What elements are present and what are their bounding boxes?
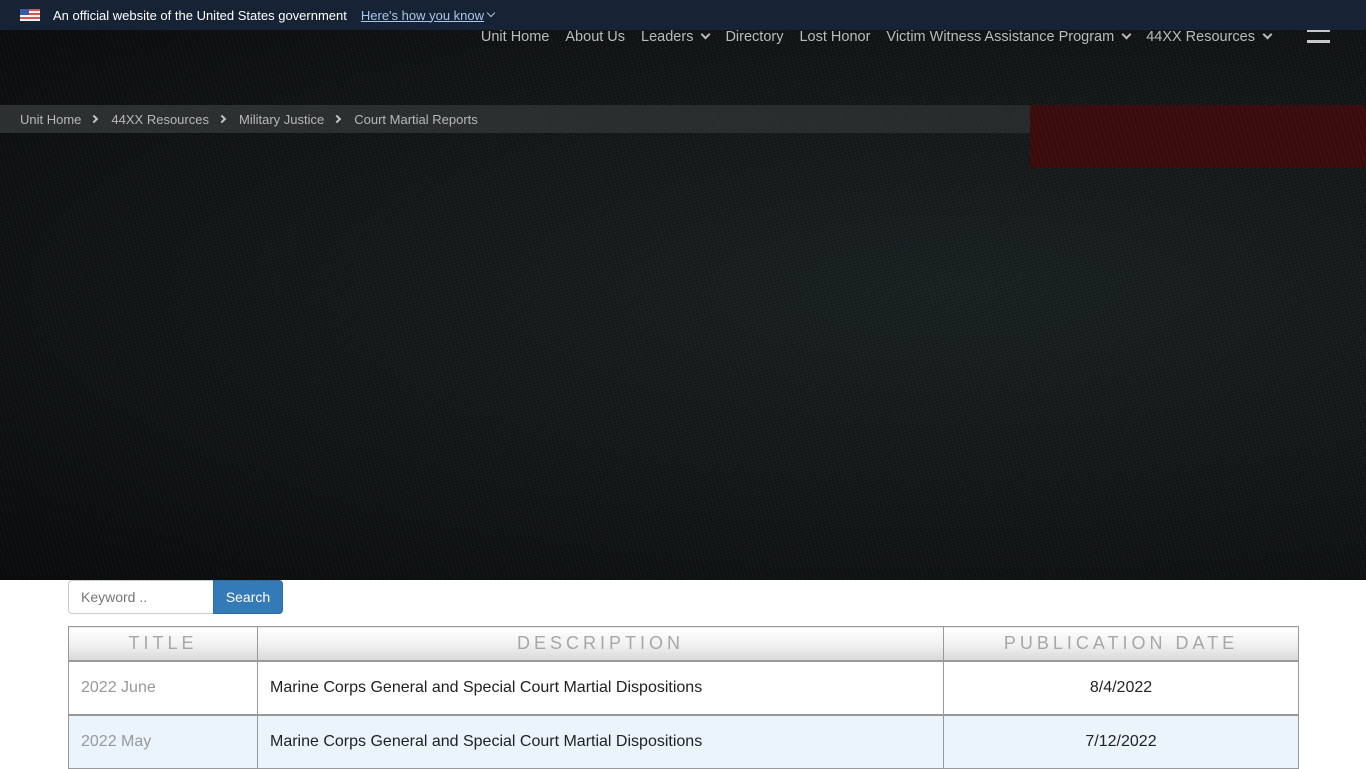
row-description: Marine Corps General and Special Court M…: [257, 713, 944, 769]
nav-directory[interactable]: Directory: [725, 29, 783, 45]
results-table: TITLE DESCRIPTION PUBLICATION DATE 2022 …: [68, 626, 1299, 769]
keyword-search-input[interactable]: [68, 580, 213, 614]
breadcrumb-unit-home[interactable]: Unit Home: [20, 112, 81, 127]
chevron-down-icon: [1121, 29, 1132, 39]
chevron-down-icon: [701, 29, 711, 39]
hero-banner: [0, 0, 1366, 580]
gov-banner: An official website of the United States…: [0, 0, 1366, 30]
hamburger-icon[interactable]: [1307, 29, 1330, 43]
row-title[interactable]: 2022 May: [68, 713, 258, 769]
chevron-right-icon: [332, 114, 342, 124]
header-title[interactable]: TITLE: [68, 626, 258, 661]
heres-how-you-know-link[interactable]: Here's how you know: [361, 8, 484, 23]
breadcrumb-court-martial-reports: Court Martial Reports: [354, 111, 478, 127]
row-date: 7/12/2022: [943, 713, 1299, 769]
chevron-right-icon: [217, 114, 227, 124]
table-row[interactable]: 2022 May Marine Corps General and Specia…: [68, 713, 1299, 769]
nav-victim-witness[interactable]: Victim Witness Assistance Program: [886, 29, 1132, 45]
breadcrumb: Unit Home 44XX Resources Military Justic…: [0, 105, 1030, 133]
table-header-row: TITLE DESCRIPTION PUBLICATION DATE: [68, 626, 1299, 661]
header-publication-date[interactable]: PUBLICATION DATE: [943, 626, 1299, 661]
row-date: 8/4/2022: [943, 659, 1299, 715]
breadcrumb-military-justice[interactable]: Military Justice: [239, 112, 324, 127]
breadcrumb-44xx-resources[interactable]: 44XX Resources: [111, 112, 209, 127]
chevron-right-icon: [90, 114, 99, 124]
hero-accent-block: [1030, 105, 1366, 168]
nav-leaders[interactable]: Leaders: [641, 29, 711, 45]
main-nav: Unit Home About Us Leaders Directory Los…: [481, 28, 1366, 46]
row-description: Marine Corps General and Special Court M…: [257, 659, 944, 715]
nav-about-us[interactable]: About Us: [565, 29, 625, 45]
nav-44xx-resources[interactable]: 44XX Resources: [1146, 29, 1273, 45]
nav-lost-honor[interactable]: Lost Honor: [799, 29, 870, 45]
chevron-down-icon: [1262, 29, 1273, 39]
header-description[interactable]: DESCRIPTION: [257, 626, 944, 661]
us-flag-icon: [20, 9, 40, 21]
search-form: Search: [68, 580, 283, 614]
chevron-down-icon[interactable]: [486, 8, 496, 18]
table-row[interactable]: 2022 June Marine Corps General and Speci…: [68, 659, 1299, 715]
search-button[interactable]: Search: [213, 580, 283, 614]
row-title[interactable]: 2022 June: [68, 659, 258, 715]
gov-banner-text: An official website of the United States…: [53, 7, 347, 23]
nav-unit-home[interactable]: Unit Home: [481, 29, 550, 45]
